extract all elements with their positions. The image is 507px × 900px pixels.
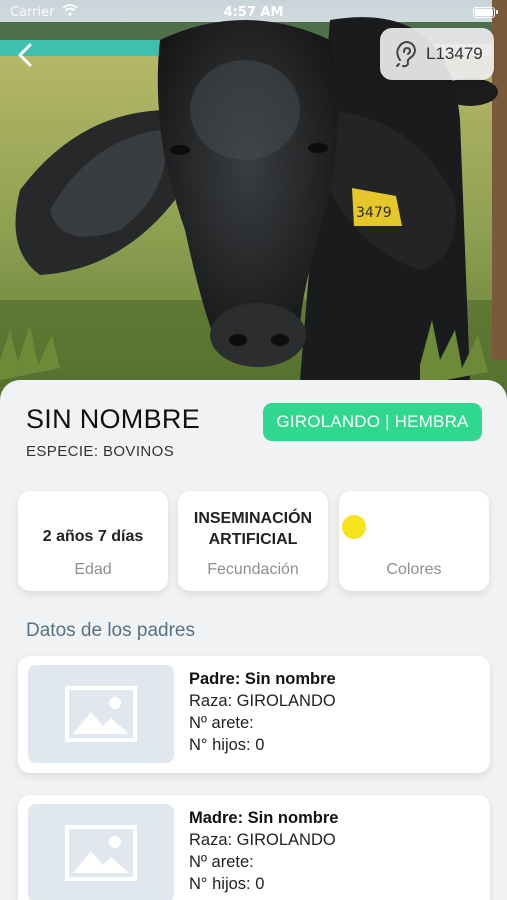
parents-section-title: Datos de los padres <box>26 620 195 641</box>
father-children: N° hijos: 0 <box>189 736 265 754</box>
mother-name: Madre: Sin nombre <box>189 809 339 827</box>
ear-tag-id: L13479 <box>426 44 483 63</box>
status-time: 4:57 AM <box>223 5 284 20</box>
back-button[interactable] <box>8 38 42 72</box>
fertilization-label: Fecundación <box>207 561 299 578</box>
ear-tag-number: 3479 <box>356 205 392 221</box>
animal-name: SIN NOMBRE <box>26 404 201 434</box>
status-bar: Carrier 4:57 AM <box>0 0 507 28</box>
fertilization-value-line2: ARTIFICIAL <box>208 531 298 548</box>
colors-card: Colores <box>339 491 489 591</box>
animal-photo: 3479 Carrier 4:57 AM L13479 <box>0 0 507 400</box>
mother-card[interactable]: Madre: Sin nombre Raza: GIROLANDO Nº are… <box>18 795 490 900</box>
chevron-left-icon <box>18 43 32 67</box>
age-value: 2 años 7 días <box>42 528 144 545</box>
image-placeholder-icon <box>65 825 137 881</box>
color-swatch <box>342 515 366 539</box>
image-placeholder-icon <box>65 686 137 742</box>
ear-icon <box>396 40 417 68</box>
age-card: 2 años 7 días Edad <box>18 491 168 591</box>
mother-children: N° hijos: 0 <box>189 875 265 893</box>
colors-label: Colores <box>386 561 442 578</box>
species-label: ESPECIE: BOVINOS <box>26 443 175 460</box>
mother-photo-placeholder <box>28 804 174 900</box>
battery-icon <box>473 7 498 18</box>
father-tag: Nº arete: <box>189 714 254 732</box>
father-breed: Raza: GIROLANDO <box>189 692 336 710</box>
ear-tag-chip[interactable]: L13479 <box>380 28 494 80</box>
breed-sex-badge: GIROLANDO | HEMBRA <box>263 403 482 441</box>
father-photo-placeholder <box>28 665 174 763</box>
fertilization-card: INSEMINACIÓN ARTIFICIAL Fecundación <box>178 491 328 591</box>
age-label: Edad <box>74 561 112 578</box>
fertilization-value-line1: INSEMINACIÓN <box>193 510 313 527</box>
fertilization-value: INSEMINACIÓN ARTIFICIAL <box>178 508 328 550</box>
father-name: Padre: Sin nombre <box>189 670 336 688</box>
mother-breed: Raza: GIROLANDO <box>189 831 336 849</box>
mother-tag: Nº arete: <box>189 853 254 871</box>
animal-details-sheet: SIN NOMBRE ESPECIE: BOVINOS GIROLANDO | … <box>0 380 507 900</box>
father-card[interactable]: Padre: Sin nombre Raza: GIROLANDO Nº are… <box>18 656 490 773</box>
